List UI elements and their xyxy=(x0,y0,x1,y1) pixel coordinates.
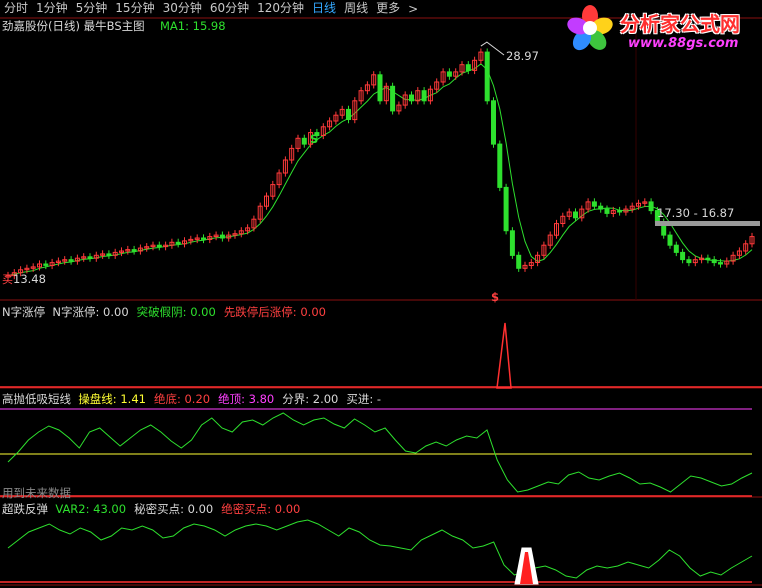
candle-body xyxy=(598,205,604,210)
candle-body xyxy=(680,251,686,261)
candle-body xyxy=(484,51,490,102)
buy-marker-low: 买 xyxy=(2,273,13,286)
candle-body xyxy=(509,230,515,256)
sell-signal-marker: S xyxy=(310,132,319,146)
candle-body xyxy=(390,85,396,112)
high-pointer xyxy=(480,41,505,56)
range-label: 17.30 - 16.87 xyxy=(657,206,735,220)
candle-body xyxy=(604,208,610,214)
candle-body xyxy=(68,259,74,262)
more-chevron-icon[interactable]: > xyxy=(404,2,422,16)
candle-body xyxy=(673,244,679,253)
logo-url: www.88gs.com xyxy=(628,36,739,51)
panel4-name: 超跌反弹 xyxy=(2,502,48,516)
candle-body xyxy=(175,241,181,245)
future-data-note: 用到未来数据 xyxy=(2,486,71,500)
panel3-item-3: 分界: 2.00 xyxy=(282,392,339,406)
panel4-item-2: 绝密买点: 0.00 xyxy=(221,502,301,516)
candle-body xyxy=(377,74,383,102)
panel3-item-4: 买进: - xyxy=(346,392,382,406)
var2-line xyxy=(7,519,753,579)
candle-body xyxy=(106,253,112,256)
candle-body xyxy=(465,64,471,71)
candle-body xyxy=(219,234,225,239)
n-limit-spike xyxy=(496,322,512,389)
ma-label: MA1: 15.98 xyxy=(160,19,226,33)
period-tab-0[interactable]: 分时 xyxy=(0,0,32,17)
panel3-header: 高抛低吸短线 操盘线: 1.41 绝底: 0.20 绝顶: 3.80 分界: 2.00… xyxy=(2,392,389,406)
candle-body xyxy=(421,90,427,102)
panel3-name: 高抛低吸短线 xyxy=(2,392,71,406)
panel2-name: N字涨停 xyxy=(2,305,46,319)
candle-body xyxy=(346,108,351,121)
period-tab-8[interactable]: 周线 xyxy=(340,0,372,17)
candle-body xyxy=(301,137,307,145)
chart-canvas xyxy=(0,17,762,586)
panel2-items: N字涨停: 0.00 突破假阴: 0.00 先跌停后涨停: 0.00 xyxy=(52,305,334,319)
candle-body xyxy=(711,259,717,264)
period-tab-9[interactable]: 更多 xyxy=(372,0,404,17)
operator-line xyxy=(7,412,753,493)
candle-body xyxy=(573,211,578,219)
candle-body xyxy=(409,94,414,102)
candle-body xyxy=(201,237,206,240)
main-panel-title: 劲嘉股份(日线) 最牛BS主图 xyxy=(2,19,145,33)
panel3-items: 操盘线: 1.41 绝底: 0.20 绝顶: 3.80 分界: 2.00 买进: - xyxy=(78,392,389,406)
site-logo: 分析家公式网 www.88gs.com xyxy=(560,0,760,55)
panel2-item-2: 先跌停后涨停: 0.00 xyxy=(223,305,326,319)
period-tab-4[interactable]: 30分钟 xyxy=(159,0,206,17)
candle-body xyxy=(516,254,522,269)
period-tab-7[interactable]: 日线 xyxy=(308,0,340,17)
panel4-header: 超跌反弹 VAR2: 43.00 秘密买点: 0.00 绝密买点: 0.00 xyxy=(2,502,308,516)
panel3-item-0: 操盘线: 1.41 xyxy=(78,392,146,406)
panel3-item-2: 绝顶: 3.80 xyxy=(218,392,275,406)
panel4-item-1: 秘密买点: 0.00 xyxy=(134,502,214,516)
panel2-item-1: 突破假阴: 0.00 xyxy=(136,305,216,319)
flower-logo-icon xyxy=(567,5,613,51)
candle-body xyxy=(705,257,711,261)
candle-body xyxy=(156,244,162,248)
panel4-item-0: VAR2: 43.00 xyxy=(55,502,127,516)
candle-body xyxy=(648,201,654,212)
candle-body xyxy=(718,262,723,265)
candle-body xyxy=(131,249,137,252)
candle-body xyxy=(667,234,673,246)
candle-body xyxy=(87,256,93,259)
candle-body xyxy=(503,186,509,232)
candle-body xyxy=(591,201,597,207)
candle-body xyxy=(497,143,503,188)
panel4-items: VAR2: 43.00 秘密买点: 0.00 绝密买点: 0.00 xyxy=(55,502,308,516)
candle-body xyxy=(43,263,49,266)
period-tab-6[interactable]: 120分钟 xyxy=(253,0,308,17)
panel2-item-0: N字涨停: 0.00 xyxy=(52,305,129,319)
buy-signal-marker: $ xyxy=(491,290,500,304)
period-tab-1[interactable]: 1分钟 xyxy=(32,0,72,17)
range-bar xyxy=(655,221,760,226)
candle-body xyxy=(446,71,452,77)
period-tab-5[interactable]: 60分钟 xyxy=(206,0,253,17)
logo-title: 分析家公式网 xyxy=(620,12,740,36)
panel2-header: N字涨停 N字涨停: 0.00 突破假阴: 0.00 先跌停后涨停: 0.00 xyxy=(2,305,334,319)
candle-body xyxy=(617,210,623,213)
panel3-item-1: 绝底: 0.20 xyxy=(153,392,211,406)
candle-body xyxy=(491,100,496,145)
period-tab-3[interactable]: 15分钟 xyxy=(111,0,158,17)
low-price-label: 13.48 xyxy=(13,272,46,286)
period-tab-2[interactable]: 5分钟 xyxy=(72,0,112,17)
high-price-label: 28.97 xyxy=(506,49,539,63)
candle-body xyxy=(686,259,692,264)
